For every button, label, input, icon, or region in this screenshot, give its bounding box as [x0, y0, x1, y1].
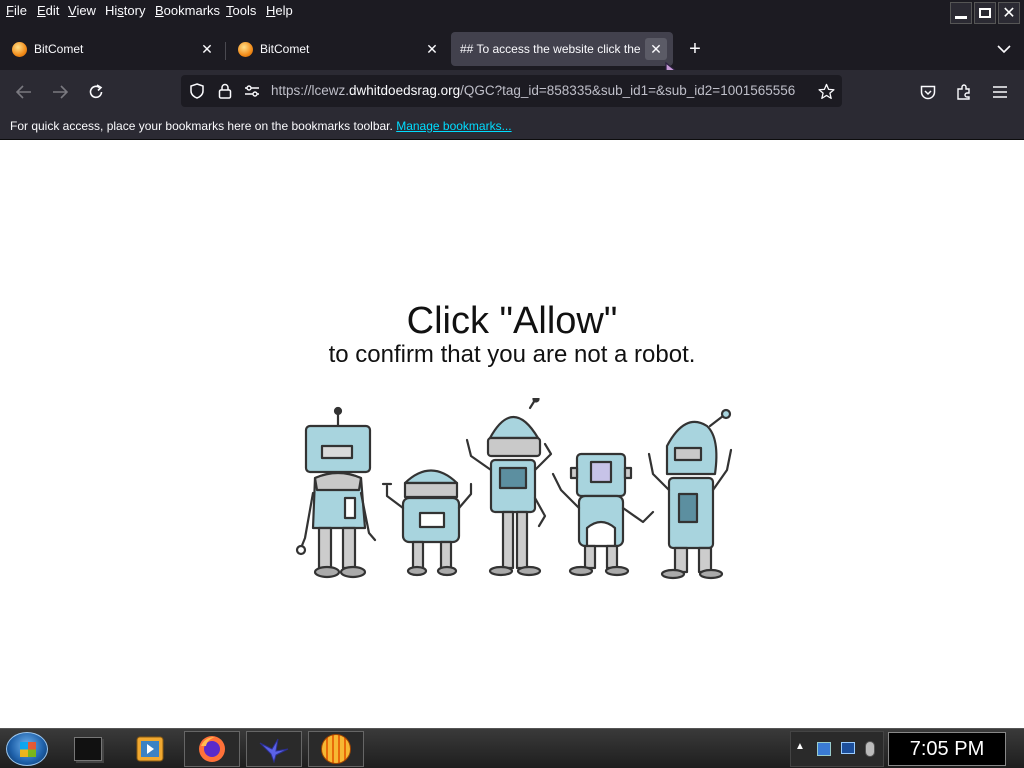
menu-help[interactable]: Help — [264, 3, 295, 18]
manage-bookmarks-link[interactable]: Manage bookmarks... — [396, 119, 511, 133]
minimize-icon — [955, 15, 967, 19]
lock-icon — [218, 83, 232, 99]
navigation-toolbar: https://lcewz.dwhitdoedsrag.org/QGC?tag_… — [0, 70, 1024, 112]
taskbar-bitcomet[interactable] — [308, 731, 364, 767]
robot-1 — [295, 406, 377, 579]
web-page-content: Click "Allow" to confirm that you are no… — [0, 140, 1024, 728]
terminal-icon — [74, 737, 102, 761]
restore-icon — [979, 8, 991, 18]
taskbar-terminal[interactable] — [60, 731, 116, 767]
tracking-protection-icon[interactable] — [188, 82, 206, 100]
permissions-icon[interactable] — [243, 82, 261, 100]
tab-separator — [225, 42, 226, 60]
chevron-down-icon — [997, 45, 1011, 54]
arrow-left-icon — [16, 85, 31, 99]
media-player-icon — [136, 736, 164, 762]
bookmark-star-button[interactable] — [817, 82, 835, 100]
pocket-button[interactable] — [914, 78, 942, 106]
menu-bar: File Edit View History Bookmarks Tools H… — [0, 0, 1024, 28]
taskbar-media-player[interactable] — [122, 731, 178, 767]
close-icon: ✕ — [1002, 5, 1016, 22]
forward-button[interactable] — [46, 78, 74, 106]
tab-close-button[interactable]: ✕ — [196, 38, 218, 60]
firefox-icon — [199, 736, 225, 762]
tab-active[interactable]: ## To access the website click the ✕ — [451, 32, 673, 66]
hamburger-menu-icon — [993, 86, 1007, 98]
minimize-button[interactable] — [950, 2, 972, 24]
menu-bookmarks[interactable]: Bookmarks — [153, 3, 222, 18]
site-security-icon[interactable] — [216, 82, 234, 100]
close-window-button[interactable]: ✕ — [998, 2, 1020, 24]
url-text[interactable]: https://lcewz.dwhitdoedsrag.org/QGC?tag_… — [271, 83, 811, 98]
start-button[interactable] — [6, 732, 48, 766]
robots-illustration — [295, 398, 733, 580]
menu-view[interactable]: View — [66, 3, 98, 18]
taskbar-clock[interactable]: 7:05 PM — [888, 732, 1006, 766]
robot-4 — [551, 452, 655, 577]
tab-label: ## To access the website click the — [460, 42, 641, 56]
tab-label: BitComet — [260, 42, 310, 56]
tab-bitcomet-1[interactable]: BitComet ✕ — [2, 32, 222, 66]
taskbar: ▲ 7:05 PM — [0, 728, 1024, 768]
taskbar-bird-app[interactable] — [246, 731, 302, 767]
restore-button[interactable] — [974, 2, 996, 24]
monitor-icon[interactable] — [841, 742, 855, 754]
tab-label: BitComet — [34, 42, 84, 56]
tab-close-button[interactable]: ✕ — [421, 38, 443, 60]
url-domain: dwhitdoedsrag.org — [349, 83, 461, 98]
menu-history[interactable]: History — [103, 3, 147, 18]
bitcomet-favicon-icon — [238, 42, 253, 57]
page-headline: Click "Allow" — [406, 300, 618, 342]
star-icon — [817, 83, 835, 99]
new-tab-button[interactable]: + — [681, 35, 709, 63]
page-subheading: to confirm that you are not a robot. — [328, 341, 696, 368]
robot-5 — [647, 408, 733, 580]
reload-icon — [89, 84, 103, 99]
url-prefix: https://lcewz. — [271, 83, 350, 98]
bitcomet-favicon-icon — [12, 42, 27, 57]
sliders-icon — [245, 85, 259, 97]
bookmarks-toolbar: For quick access, place your bookmarks h… — [0, 112, 1024, 140]
bookmarks-hint-text: For quick access, place your bookmarks h… — [10, 119, 393, 133]
menu-edit[interactable]: Edit — [35, 3, 61, 18]
windows-logo-icon — [20, 742, 36, 757]
network-icon[interactable] — [817, 742, 831, 756]
puzzle-piece-icon — [957, 84, 970, 100]
bookmarks-hint: For quick access, place your bookmarks h… — [10, 119, 512, 133]
volume-icon[interactable] — [865, 741, 875, 757]
url-bar[interactable]: https://lcewz.dwhitdoedsrag.org/QGC?tag_… — [181, 75, 842, 107]
tray-expand-button[interactable]: ▲ — [795, 741, 805, 752]
shield-icon — [190, 83, 204, 99]
tab-strip: BitComet ✕ BitComet ✕ ## To access the w… — [0, 28, 1024, 86]
tab-bitcomet-2[interactable]: BitComet ✕ — [228, 32, 446, 66]
reload-button[interactable] — [82, 78, 110, 106]
list-all-tabs-button[interactable] — [990, 35, 1018, 63]
robot-2 — [381, 469, 473, 577]
robot-3 — [465, 398, 553, 577]
bird-icon — [259, 738, 289, 763]
system-tray: ▲ — [790, 731, 884, 767]
bitcomet-icon — [321, 734, 351, 764]
back-button[interactable] — [10, 78, 38, 106]
pocket-icon — [920, 85, 936, 99]
tab-close-button[interactable]: ✕ — [645, 38, 667, 60]
url-path: /QGC?tag_id=858335&sub_id1=&sub_id2=1001… — [460, 83, 796, 98]
taskbar-firefox[interactable] — [184, 731, 240, 767]
menu-tools[interactable]: Tools — [224, 3, 258, 18]
arrow-right-icon — [53, 85, 68, 99]
app-menu-button[interactable] — [986, 78, 1014, 106]
extensions-button[interactable] — [950, 78, 978, 106]
menu-file[interactable]: File — [4, 3, 29, 18]
